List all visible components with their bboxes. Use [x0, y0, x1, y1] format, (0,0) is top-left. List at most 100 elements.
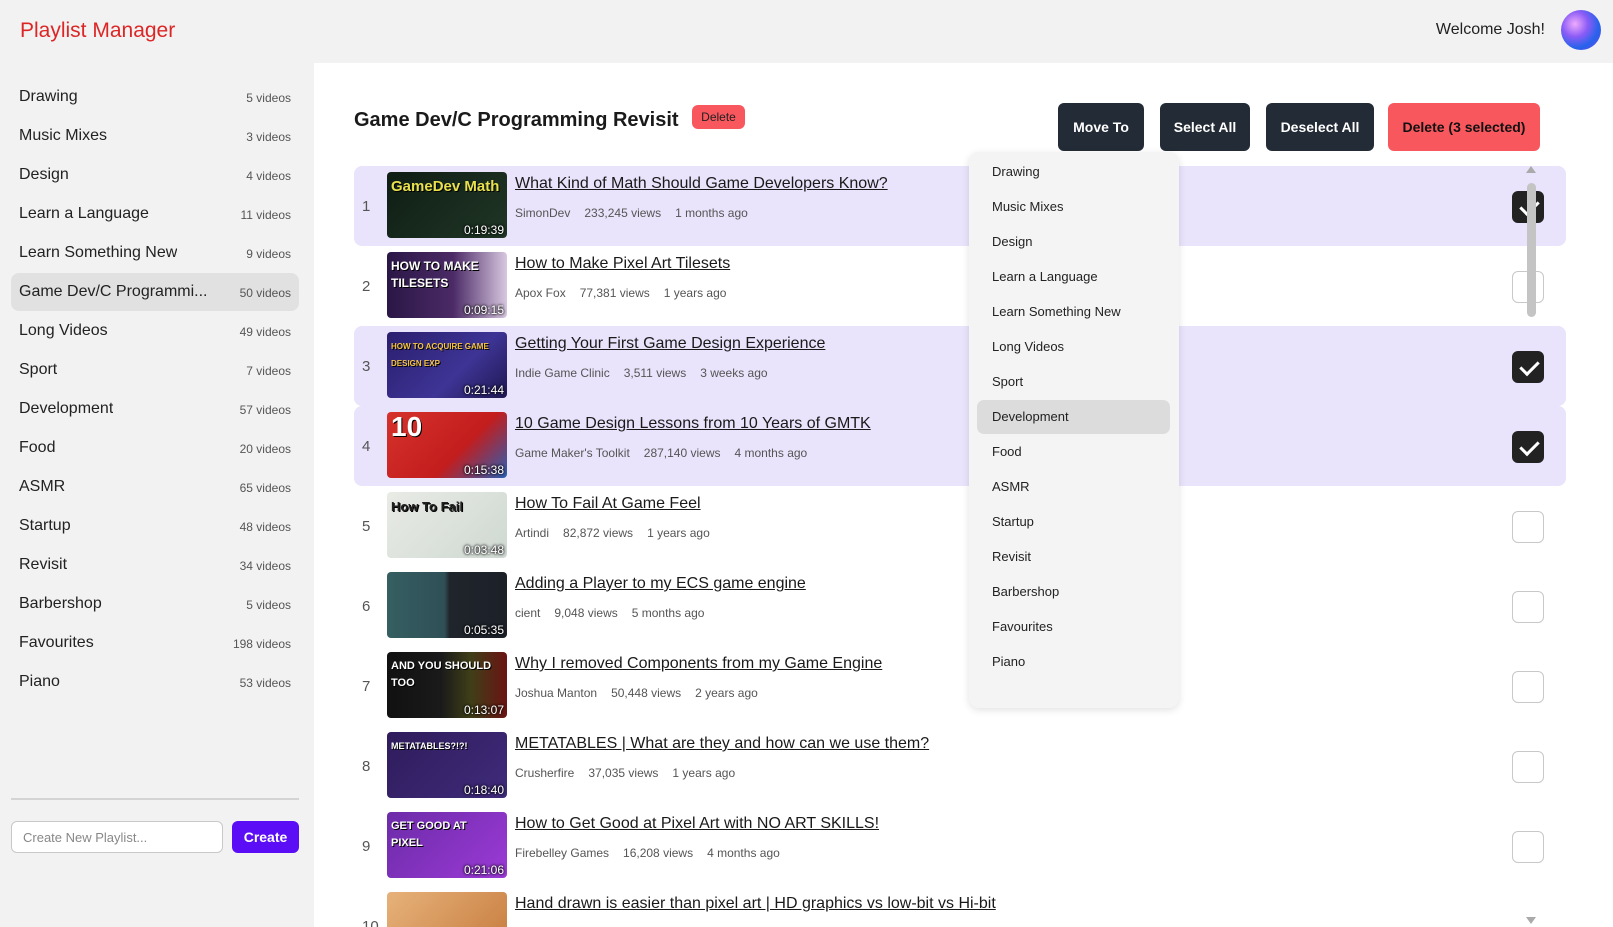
video-title-link[interactable]: How to Get Good at Pixel Art with NO ART… [515, 815, 879, 833]
move-to-menu-item[interactable]: Design [977, 225, 1170, 259]
move-to-menu-item[interactable]: Learn Something New [977, 295, 1170, 329]
video-title-link[interactable]: What Kind of Math Should Game Developers… [515, 175, 888, 193]
create-playlist-button[interactable]: Create [232, 821, 299, 853]
video-select-checkbox[interactable] [1512, 591, 1544, 623]
video-title-link[interactable]: How to Make Pixel Art Tilesets [515, 255, 730, 273]
sidebar-playlist-item[interactable]: Design 4 videos [11, 156, 299, 194]
video-row[interactable]: 10 Hand drawn is easier than pixel art | … [354, 886, 1566, 927]
move-to-dropdown: Drawing Music Mixes Design Learn a Language… [969, 152, 1179, 708]
thumbnail-text: METATABLES?!?! [391, 741, 468, 751]
sidebar-playlist-item[interactable]: Barbershop 5 videos [11, 585, 299, 623]
video-thumbnail[interactable]: AND YOU SHOULD TOO 0:13:07 [387, 652, 507, 718]
video-age: 5 months ago [631, 606, 705, 620]
video-select-checkbox[interactable] [1512, 511, 1544, 543]
video-row[interactable]: 5 How To Fail 0:03:48 How To Fail At Game F… [354, 486, 1566, 566]
move-to-menu-item[interactable]: Long Videos [977, 330, 1170, 364]
video-thumbnail[interactable]: METATABLES?!?! 0:18:40 [387, 732, 507, 798]
video-age: 4 months ago [734, 446, 808, 460]
thumbnail-text: 10 [391, 412, 423, 442]
video-duration: 0:21:44 [463, 383, 504, 397]
playlist-count: 57 videos [239, 403, 291, 417]
scroll-down-arrow[interactable] [1526, 917, 1536, 924]
video-views: 16,208 views [623, 846, 694, 860]
playlist-name: Music Mixes [19, 127, 108, 144]
playlist-count: 5 videos [246, 91, 291, 105]
move-to-menu-item[interactable]: ASMR [977, 470, 1170, 504]
move-to-menu-item[interactable]: Food [977, 435, 1170, 469]
video-row[interactable]: 3 HOW TO ACQUIRE GAME DESIGN EXP 0:21:44 Ge… [354, 326, 1566, 406]
video-title-link[interactable]: Why I removed Components from my Game En… [515, 655, 882, 673]
app-title[interactable]: Playlist Manager [20, 19, 175, 43]
move-to-menu-item[interactable]: Favourites [977, 610, 1170, 644]
sidebar-playlist-item[interactable]: Startup 48 videos [11, 507, 299, 545]
playlist-count: 34 videos [239, 559, 291, 573]
delete-playlist-button[interactable]: Delete [692, 105, 745, 129]
sidebar-playlist-item[interactable]: Long Videos 49 videos [11, 312, 299, 350]
video-thumbnail[interactable]: 10 0:15:38 [387, 412, 507, 478]
playlist-count: 48 videos [239, 520, 291, 534]
sidebar-playlist-item[interactable]: ASMR 65 videos [11, 468, 299, 506]
deselect-all-button[interactable]: Deselect All [1266, 103, 1374, 151]
video-channel: Artindi [515, 526, 550, 540]
playlist-name: Learn a Language [19, 205, 149, 222]
video-row[interactable]: 7 AND YOU SHOULD TOO 0:13:07 Why I removed … [354, 646, 1566, 726]
move-to-menu-item[interactable]: Sport [977, 365, 1170, 399]
new-playlist-input[interactable] [11, 821, 223, 853]
video-row[interactable]: 1 GameDev Math 0:19:39 What Kind of Math Sh… [354, 166, 1566, 246]
move-to-menu-item[interactable]: Revisit [977, 540, 1170, 574]
sidebar-playlist-item[interactable]: Music Mixes 3 videos [11, 117, 299, 155]
select-all-button[interactable]: Select All [1160, 103, 1250, 151]
sidebar-playlist-item[interactable]: Revisit 34 videos [11, 546, 299, 584]
video-select-checkbox[interactable] [1512, 351, 1544, 383]
move-to-menu-item[interactable]: Piano [977, 645, 1170, 679]
sidebar-playlist-item[interactable]: Sport 7 videos [11, 351, 299, 389]
video-row[interactable]: 8 METATABLES?!?! 0:18:40 METATABLES | What … [354, 726, 1566, 806]
move-to-button[interactable]: Move To [1058, 103, 1144, 151]
video-thumbnail[interactable]: HOW TO MAKE TILESETS 0:09:15 [387, 252, 507, 318]
video-title-link[interactable]: METATABLES | What are they and how can w… [515, 735, 929, 753]
video-index: 7 [362, 678, 371, 695]
video-row[interactable]: 2 HOW TO MAKE TILESETS 0:09:15 How to Make … [354, 246, 1566, 326]
video-row[interactable]: 4 10 0:15:38 10 Game Design Lessons from 10… [354, 406, 1566, 486]
video-thumbnail[interactable] [387, 892, 507, 927]
sidebar-playlist-item[interactable]: Learn a Language 11 videos [11, 195, 299, 233]
welcome-text: Welcome Josh! [1435, 21, 1545, 38]
video-title-link[interactable]: 10 Game Design Lessons from 10 Years of … [515, 415, 871, 433]
video-row[interactable]: 6 0:05:35 Adding a Player to my ECS game e… [354, 566, 1566, 646]
move-to-menu-item[interactable]: Learn a Language [977, 260, 1170, 294]
video-title-link[interactable]: Adding a Player to my ECS game engine [515, 575, 806, 593]
video-row[interactable]: 9 GET GOOD AT PIXEL 0:21:06 How to Get Good… [354, 806, 1566, 886]
playlist-name: Favourites [19, 634, 94, 651]
delete-selected-button[interactable]: Delete (3 selected) [1388, 103, 1540, 151]
avatar[interactable] [1561, 10, 1601, 50]
sidebar-playlist-item[interactable]: Favourites 198 videos [11, 624, 299, 662]
move-to-menu-item[interactable]: Development [977, 400, 1170, 434]
move-to-menu-item[interactable]: Startup [977, 505, 1170, 539]
video-index: 4 [362, 438, 371, 455]
video-thumbnail[interactable]: GameDev Math 0:19:39 [387, 172, 507, 238]
video-channel: SimonDev [515, 206, 571, 220]
video-thumbnail[interactable]: How To Fail 0:03:48 [387, 492, 507, 558]
scroll-up-arrow[interactable] [1526, 166, 1536, 173]
video-title-link[interactable]: Getting Your First Game Design Experienc… [515, 335, 825, 353]
move-to-menu-item[interactable]: Music Mixes [977, 190, 1170, 224]
video-select-checkbox[interactable] [1512, 831, 1544, 863]
video-thumbnail[interactable]: HOW TO ACQUIRE GAME DESIGN EXP 0:21:44 [387, 332, 507, 398]
sidebar-playlist-item[interactable]: Drawing 5 videos [11, 78, 299, 116]
video-select-checkbox[interactable] [1512, 751, 1544, 783]
video-title-link[interactable]: How To Fail At Game Feel [515, 495, 701, 513]
video-thumbnail[interactable]: 0:05:35 [387, 572, 507, 638]
sidebar-playlist-item[interactable]: Development 57 videos [11, 390, 299, 428]
sidebar-playlist-item[interactable]: Food 20 videos [11, 429, 299, 467]
move-to-menu-item[interactable]: Drawing [977, 155, 1170, 189]
sidebar-playlist-item[interactable]: Piano 53 videos [11, 663, 299, 701]
video-select-checkbox[interactable] [1512, 671, 1544, 703]
video-select-checkbox[interactable] [1512, 431, 1544, 463]
sidebar-playlist-item[interactable]: Game Dev/C Programmi... 50 videos [11, 273, 299, 311]
move-to-menu-item[interactable]: Barbershop [977, 575, 1170, 609]
video-channel: Indie Game Clinic [515, 366, 610, 380]
video-title-link[interactable]: Hand drawn is easier than pixel art | HD… [515, 895, 996, 913]
video-thumbnail[interactable]: GET GOOD AT PIXEL 0:21:06 [387, 812, 507, 878]
sidebar-playlist-item[interactable]: Learn Something New 9 videos [11, 234, 299, 272]
scrollbar-thumb[interactable] [1527, 183, 1536, 317]
